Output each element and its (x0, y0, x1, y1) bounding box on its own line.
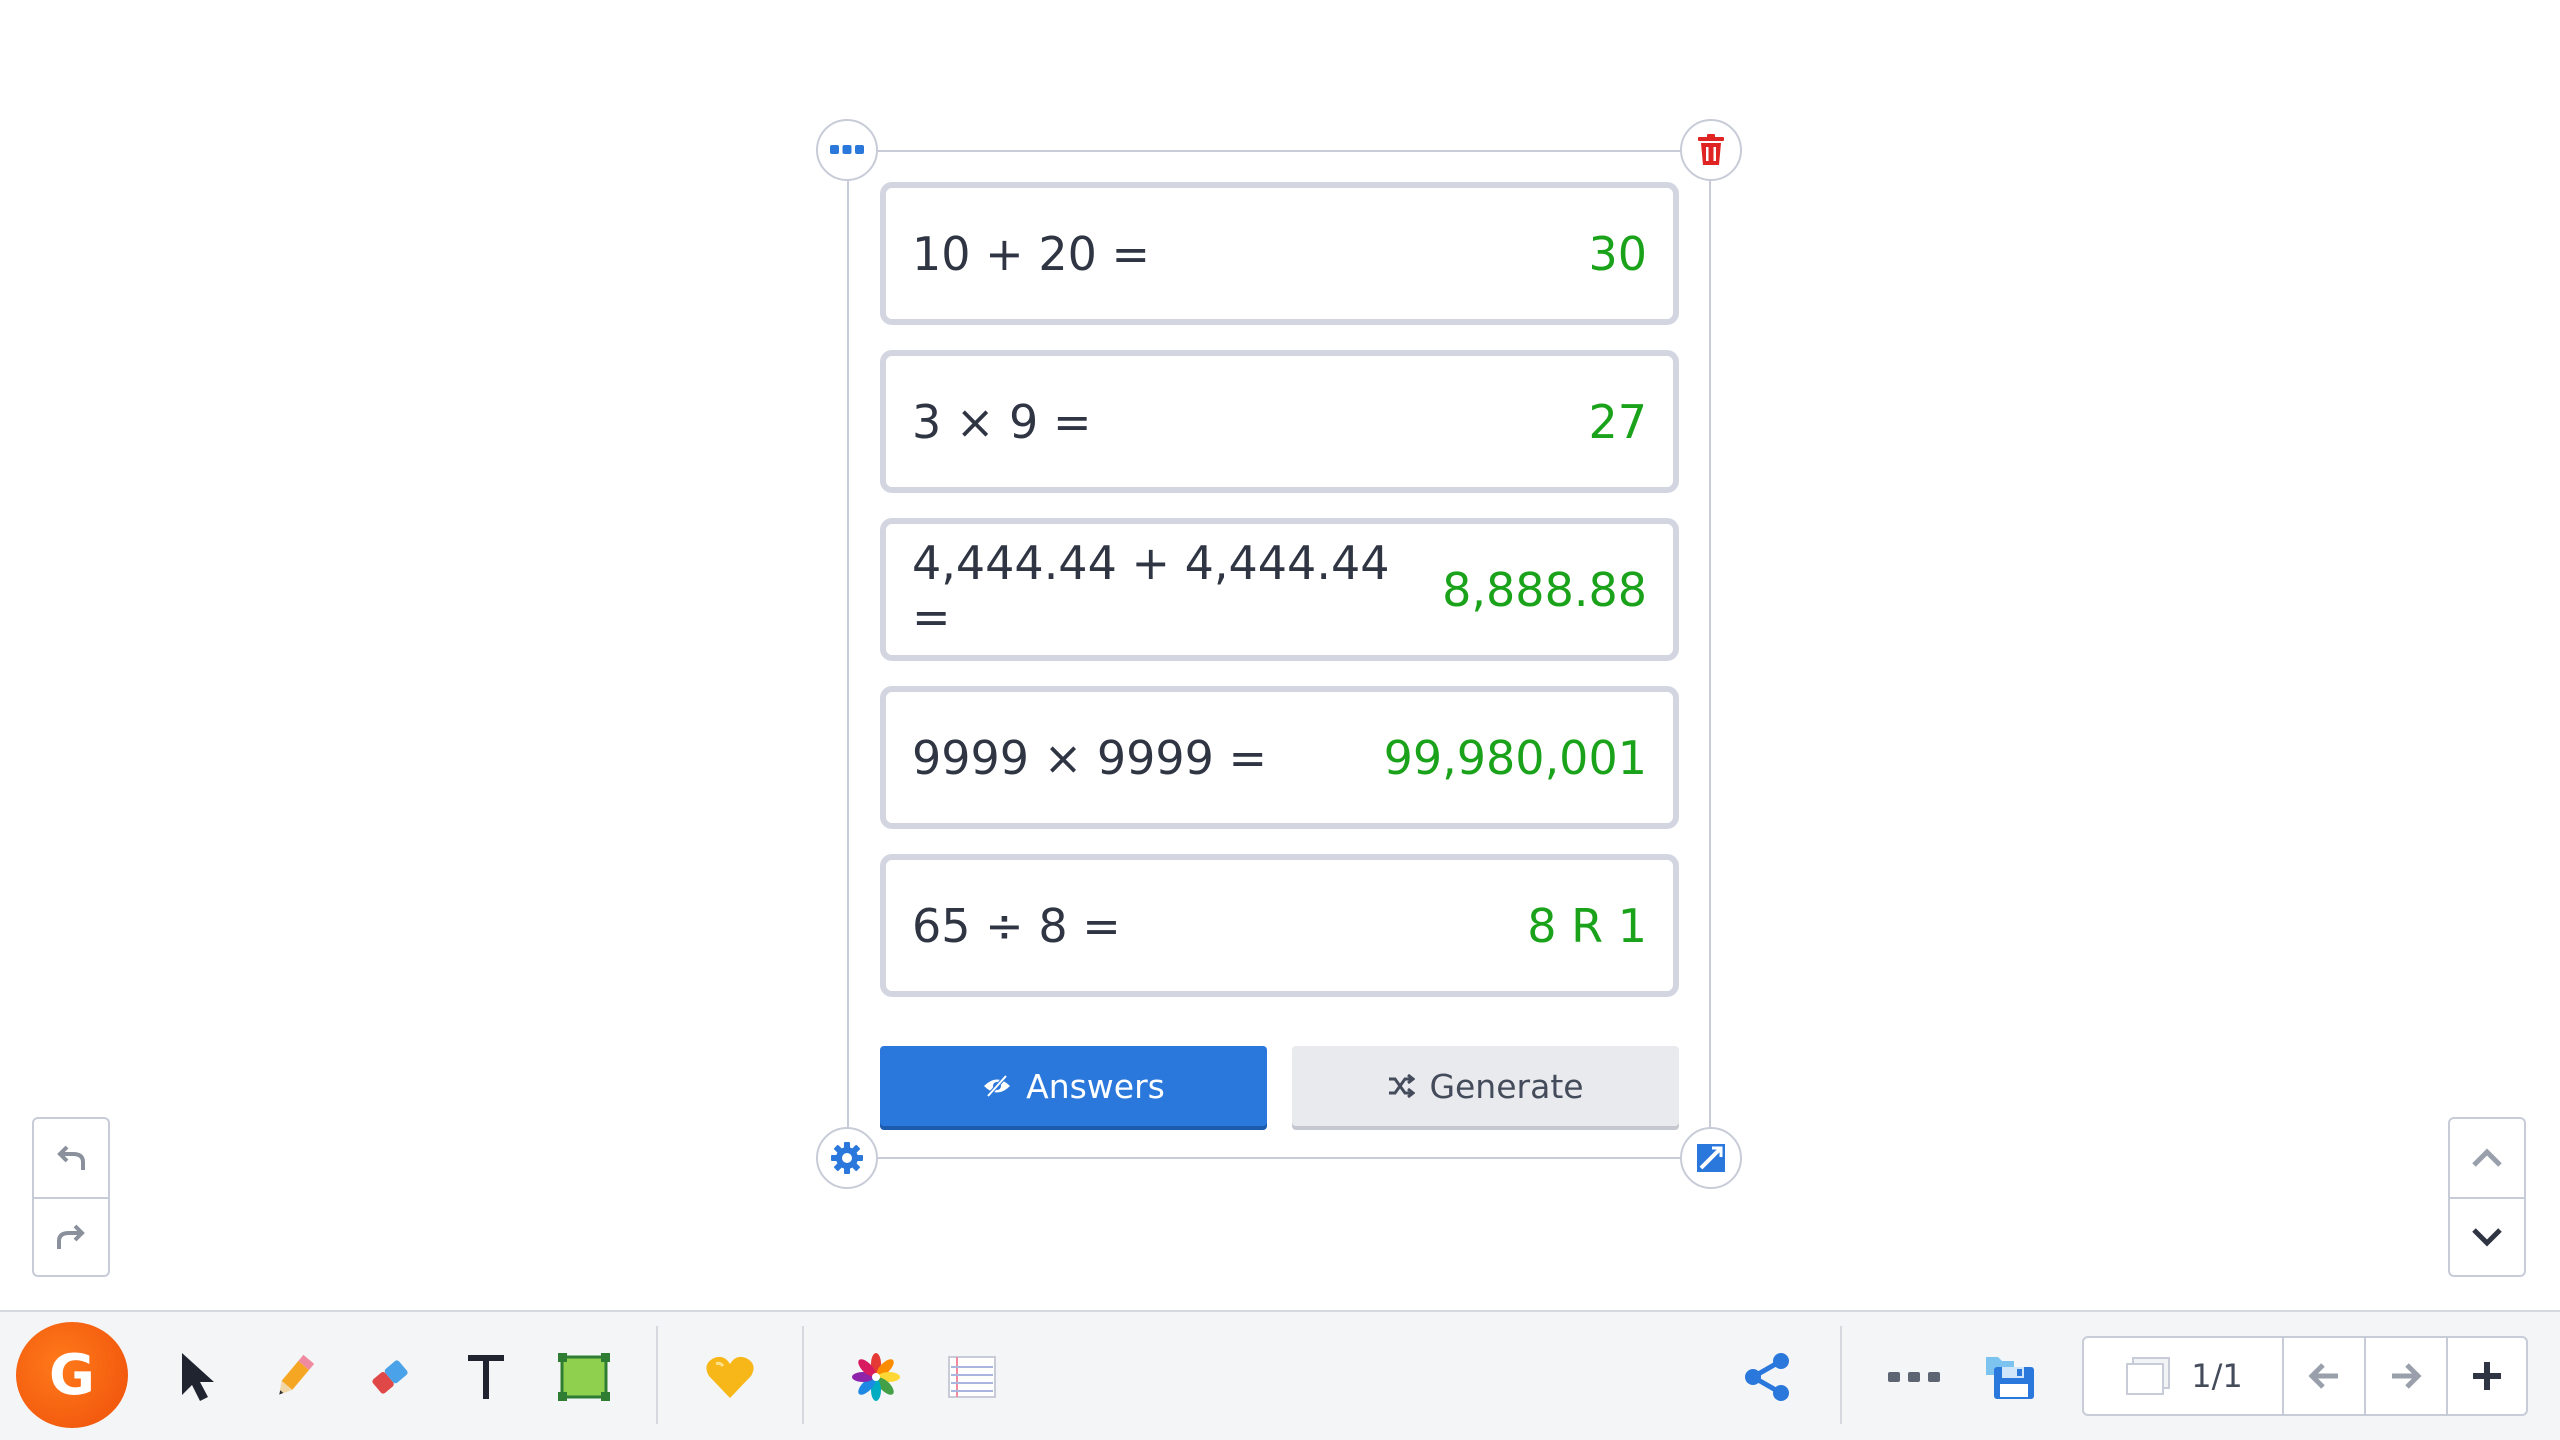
shape-tool[interactable] (552, 1345, 616, 1409)
text-t-icon (468, 1355, 504, 1399)
more-dots-icon (1888, 1372, 1940, 1382)
problem-answer: 8,888.88 (1442, 562, 1647, 617)
scroll-up-button[interactable] (2450, 1119, 2524, 1197)
reactions-tool[interactable] (698, 1345, 762, 1409)
widgets-tool[interactable] (844, 1345, 908, 1409)
problem-card: 3 × 9 = 27 (880, 350, 1679, 493)
problem-answer: 8 R 1 (1527, 898, 1647, 953)
resize-icon (1697, 1144, 1725, 1172)
arrow-left-icon (2308, 1363, 2338, 1389)
shuffle-icon (1389, 1074, 1416, 1098)
problem-card: 10 + 20 = 30 (880, 182, 1679, 325)
pinwheel-icon (852, 1353, 900, 1401)
gear-icon (831, 1142, 863, 1174)
share-button[interactable] (1735, 1345, 1799, 1409)
eraser-tool[interactable] (358, 1345, 422, 1409)
heart-icon (706, 1356, 754, 1398)
page-navigator: 1/1 (2082, 1336, 2528, 1416)
widget-resize-handle[interactable] (1680, 1127, 1742, 1189)
problem-question: 3 × 9 = (912, 394, 1092, 449)
eye-slash-icon (984, 1075, 1011, 1097)
chevron-up-icon (2472, 1148, 2502, 1167)
generate-button[interactable]: Generate (1292, 1046, 1679, 1126)
previous-page-button[interactable] (2284, 1338, 2364, 1414)
problem-answer: 30 (1588, 226, 1647, 281)
chevron-down-icon (2472, 1228, 2502, 1247)
redo-button[interactable] (34, 1197, 108, 1275)
undo-button[interactable] (34, 1119, 108, 1197)
add-page-button[interactable] (2448, 1338, 2526, 1414)
answers-button[interactable]: Answers (880, 1046, 1267, 1126)
toolbar-divider (1840, 1326, 1842, 1424)
select-tool[interactable] (166, 1345, 230, 1409)
arrow-right-icon (2392, 1363, 2422, 1389)
answers-button-label: Answers (1026, 1066, 1165, 1106)
more-dots-icon (830, 145, 864, 154)
problem-question: 10 + 20 = (912, 226, 1151, 281)
problem-card: 65 ÷ 8 = 8 R 1 (880, 854, 1679, 997)
redo-icon (57, 1224, 85, 1249)
undo-icon (57, 1145, 85, 1170)
save-floppy-icon (1986, 1357, 2034, 1399)
trash-icon (1698, 134, 1724, 165)
widget-delete-button[interactable] (1680, 119, 1742, 181)
widget-settings-button[interactable] (816, 1127, 878, 1189)
problem-card: 9999 × 9999 = 99,980,001 (880, 686, 1679, 829)
problem-card: 4,444.44 + 4,444.44 = 8,888.88 (880, 518, 1679, 661)
share-icon (1745, 1353, 1789, 1401)
generate-button-label: Generate (1429, 1066, 1584, 1106)
pencil-icon (279, 1354, 315, 1395)
scroll-down-button[interactable] (2450, 1197, 2524, 1275)
toolbar-divider (656, 1326, 658, 1424)
page-list-button[interactable]: 1/1 (2084, 1338, 2282, 1414)
lined-paper-icon (948, 1356, 996, 1398)
widget-menu-button[interactable] (816, 119, 878, 181)
undo-redo-group (32, 1117, 110, 1277)
app-logo[interactable]: G (16, 1322, 128, 1428)
problem-answer: 27 (1588, 394, 1647, 449)
background-tool[interactable] (940, 1345, 1004, 1409)
text-tool[interactable] (454, 1345, 518, 1409)
pointer-arrow-icon (182, 1353, 214, 1401)
problem-question: 9999 × 9999 = (912, 730, 1268, 785)
save-button[interactable] (1978, 1345, 2042, 1409)
scroll-controls (2448, 1117, 2526, 1277)
toolbar-divider (802, 1326, 804, 1424)
more-options-button[interactable] (1882, 1345, 1946, 1409)
eraser-icon (372, 1360, 408, 1394)
problem-question: 65 ÷ 8 = (912, 898, 1121, 953)
whiteboard-page: 10 + 20 = 30 3 × 9 = 27 4,444.44 + 4,444… (0, 0, 2560, 1440)
shape-square-icon (558, 1353, 610, 1401)
pages-icon (2126, 1357, 2171, 1395)
page-indicator: 1/1 (2191, 1357, 2243, 1395)
logo-letter: G (49, 1342, 95, 1408)
problem-answer: 99,980,001 (1383, 730, 1647, 785)
pen-tool[interactable] (262, 1345, 326, 1409)
plus-icon (2473, 1362, 2501, 1390)
problem-question: 4,444.44 + 4,444.44 = (912, 535, 1390, 644)
next-page-button[interactable] (2366, 1338, 2446, 1414)
